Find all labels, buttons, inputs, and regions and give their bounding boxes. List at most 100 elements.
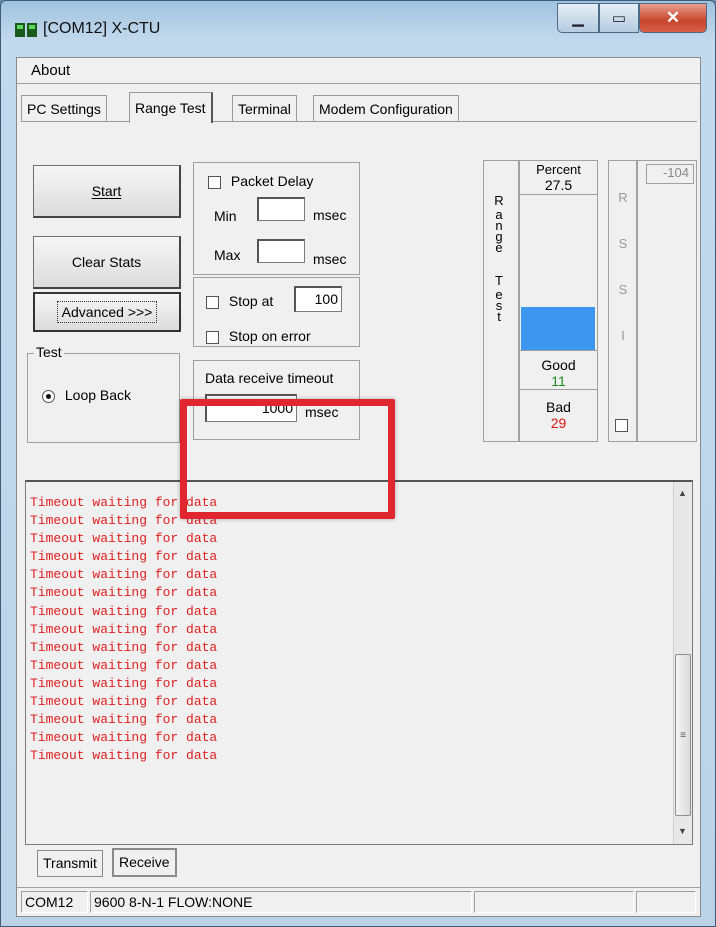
tab-strip: PC Settings Range Test Terminal Modem Co… [17, 92, 700, 123]
minimize-button[interactable]: ▁ [557, 3, 599, 33]
tab-terminal[interactable]: Terminal [232, 95, 297, 122]
range-test-meter: Percent 27.5 Good 11 Bad 29 [519, 160, 598, 442]
close-icon: ✕ [665, 8, 681, 27]
vertical-letter: t [497, 309, 501, 324]
test-group-label: Test [34, 344, 64, 360]
scroll-thumb[interactable]: ≡ [675, 654, 691, 816]
good-label: Good [541, 357, 576, 373]
vertical-letter: R [494, 193, 504, 208]
timeout-box: Data receive timeout 1000 msec [193, 360, 360, 440]
tab-transmit[interactable]: Transmit [37, 850, 103, 877]
status-cell-4 [636, 891, 696, 913]
advanced-label: Advanced >>> [56, 301, 158, 323]
stop-at-label: Stop at [228, 293, 274, 309]
timeout-label: Data receive timeout [205, 370, 334, 386]
packet-delay-checkbox[interactable]: Packet Delay [208, 173, 313, 189]
client-area: About PC Settings Range Test Terminal Mo… [16, 57, 701, 917]
meter-divider [520, 389, 597, 390]
maximize-button[interactable]: ▭ [599, 3, 639, 33]
status-settings: 9600 8-N-1 FLOW:NONE [90, 891, 472, 913]
timeout-unit-label: msec [305, 404, 339, 420]
scroll-up-icon[interactable]: ▲ [678, 488, 687, 498]
min-delay-input[interactable] [257, 197, 305, 221]
rssi-side: R S S I [608, 160, 637, 442]
menu-about[interactable]: About [31, 62, 70, 79]
log-line: Timeout waiting for data [30, 712, 218, 728]
bad-label: Bad [546, 399, 571, 415]
title-bar[interactable]: [COM12] X-CTU ▁ ▭ ✕ [1, 1, 715, 57]
grip-icon: ≡ [680, 729, 686, 741]
log-line: Timeout waiting for data [30, 639, 218, 655]
rssi-meter: -104 [637, 160, 697, 442]
loop-back-label: Loop Back [64, 387, 132, 403]
log-line: Timeout waiting for data [30, 675, 218, 691]
tab-receive[interactable]: Receive [112, 848, 177, 877]
clear-stats-label: Clear Stats [71, 254, 142, 270]
percent-bar-fill [521, 307, 595, 350]
vertical-letter: S [618, 236, 628, 251]
vertical-letter: S [618, 282, 628, 297]
max-label: Max [214, 247, 241, 263]
loop-back-radio[interactable]: Loop Back [42, 387, 131, 403]
minimize-icon: ▁ [572, 10, 584, 27]
log-line: Timeout waiting for data [30, 549, 218, 565]
tab-modem-configuration[interactable]: Modem Configuration [313, 95, 459, 122]
log-line: Timeout waiting for data [30, 531, 218, 547]
stop-at-checkbox[interactable]: Stop at [206, 293, 273, 309]
packet-delay-label: Packet Delay [230, 173, 314, 189]
log-line: Timeout waiting for data [30, 585, 218, 601]
receive-log[interactable]: Timeout waiting for data Timeout waiting … [25, 480, 693, 845]
checkbox-unchecked-icon [206, 295, 219, 309]
stop-on-error-checkbox[interactable]: Stop on error [206, 328, 311, 344]
scroll-down-icon[interactable]: ▼ [678, 826, 687, 836]
stop-on-error-label: Stop on error [228, 328, 311, 344]
status-cell-3 [474, 891, 634, 913]
tab-divider [21, 121, 697, 122]
window-title: [COM12] X-CTU [43, 20, 161, 37]
log-scrollbar[interactable]: ▲ ≡ ▼ [673, 482, 692, 844]
log-line: Timeout waiting for data [30, 621, 218, 637]
min-label: Min [214, 208, 237, 224]
radio-selected-icon [42, 389, 55, 403]
log-line: Timeout waiting for data [30, 748, 218, 764]
maximize-icon: ▭ [611, 10, 627, 27]
percent-label: Percent [536, 162, 581, 177]
bad-value: 29 [550, 415, 567, 431]
rssi-checkbox[interactable] [615, 419, 628, 432]
vertical-letter: I [621, 328, 625, 343]
min-unit-label: msec [313, 207, 347, 223]
rssi-value: -104 [646, 164, 694, 184]
log-line: Timeout waiting for data [30, 694, 218, 710]
good-value: 11 [551, 373, 566, 389]
percent-bar-track [520, 194, 597, 351]
stop-box: Stop at 100 Stop on error [193, 277, 360, 347]
clear-stats-button[interactable]: Clear Stats [33, 236, 181, 289]
packet-delay-box: Packet Delay Min msec Max msec [193, 162, 360, 275]
tab-pc-settings[interactable]: PC Settings [21, 95, 107, 122]
checkbox-unchecked-icon [206, 330, 219, 344]
log-line: Timeout waiting for data [30, 495, 218, 510]
vertical-letter: e [495, 240, 503, 255]
vertical-letter: R [618, 190, 628, 205]
log-line: Timeout waiting for data [30, 603, 218, 619]
vertical-letter: T [495, 273, 503, 288]
max-unit-label: msec [313, 251, 347, 267]
log-line: Timeout waiting for data [30, 657, 218, 673]
status-bar: COM12 9600 8-N-1 FLOW:NONE [17, 887, 700, 916]
tab-range-test[interactable]: Range Test [129, 92, 213, 123]
log-line: Timeout waiting for data [30, 730, 218, 746]
app-window: [COM12] X-CTU ▁ ▭ ✕ About PC Settings Ra… [0, 0, 716, 927]
percent-value: 27.5 [544, 177, 573, 193]
close-button[interactable]: ✕ [639, 3, 707, 33]
log-line: Timeout waiting for data [30, 567, 218, 583]
log-line: Timeout waiting for data [30, 513, 218, 529]
status-port: COM12 [21, 891, 88, 913]
max-delay-input[interactable] [257, 239, 305, 263]
start-button[interactable]: Start [33, 165, 181, 218]
log-lines: Timeout waiting for data Timeout waiting … [30, 494, 217, 765]
advanced-button[interactable]: Advanced >>> [33, 292, 181, 332]
start-label: Start [91, 183, 122, 199]
timeout-input[interactable]: 1000 [205, 394, 297, 422]
menu-bar: About [17, 58, 700, 84]
stop-at-input[interactable]: 100 [294, 286, 342, 312]
